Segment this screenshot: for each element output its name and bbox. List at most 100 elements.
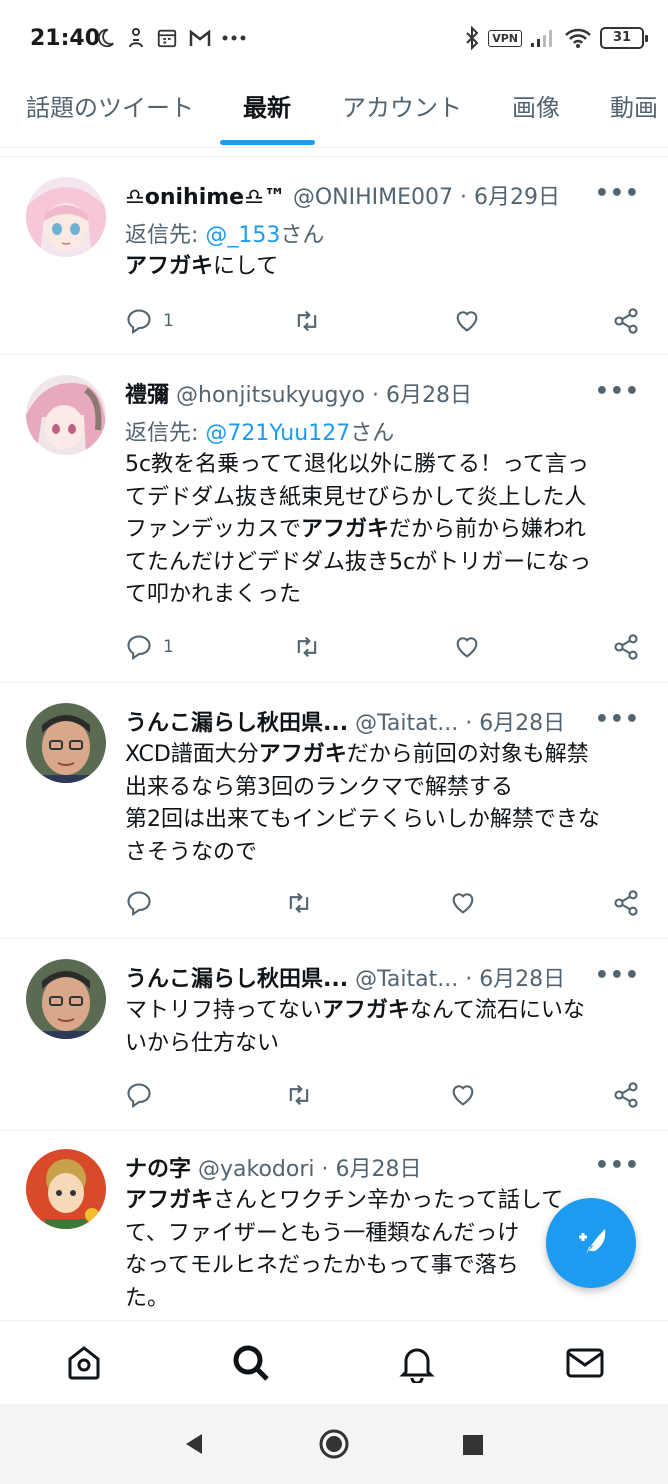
tweet[interactable]: うんこ漏らし秋田県... @Taitat... · 6月28日 ••• XCD譜… (0, 682, 668, 938)
gmail-icon (189, 29, 211, 46)
separator-dot: · (465, 711, 473, 736)
reply-icon (127, 891, 151, 917)
back-icon[interactable] (182, 1432, 206, 1456)
share-button[interactable] (612, 889, 640, 917)
tab-top[interactable]: 話題のツイート (26, 88, 194, 123)
user-handle[interactable]: @Taitat... (355, 967, 458, 992)
tweet-date[interactable]: 6月29日 (474, 185, 560, 210)
more-options-icon[interactable]: ••• (595, 963, 640, 988)
separator-dot: · (371, 383, 379, 408)
retweet-button[interactable] (293, 633, 321, 661)
tab-people[interactable]: アカウント (342, 88, 462, 123)
active-tab-indicator (220, 140, 315, 145)
like-button[interactable] (449, 1081, 477, 1109)
tab-videos[interactable]: 動画 (610, 88, 658, 123)
tweet-text-line: アフガキにして (125, 254, 279, 279)
tweet-date[interactable]: 6月28日 (386, 383, 472, 408)
avatar[interactable] (26, 1149, 106, 1229)
nav-search[interactable] (231, 1343, 271, 1383)
reply-count: 1 (163, 311, 174, 331)
nav-home[interactable] (64, 1343, 104, 1383)
display-name[interactable]: うんこ漏らし秋田県... (125, 711, 348, 736)
display-name[interactable]: ♎onihime♎™ (125, 185, 286, 210)
reply-button[interactable]: 1 (125, 307, 174, 335)
tweet[interactable]: ♎onihime♎™ @ONIHIME007 · 6月29日 ••• 返信先: … (0, 156, 668, 354)
share-button[interactable] (612, 1081, 640, 1109)
compose-tweet-button[interactable] (546, 1198, 636, 1288)
nav-notifications[interactable] (397, 1343, 437, 1385)
user-handle[interactable]: @Taitat... (355, 711, 458, 736)
battery-level: 31 (612, 30, 632, 45)
tweet-text-line: て叩かれまくった (125, 582, 302, 607)
nav-messages[interactable] (565, 1343, 605, 1383)
reply-prefix: 返信先: (125, 421, 206, 446)
reply-button[interactable] (125, 889, 153, 917)
reply-suffix: さん (350, 421, 395, 446)
status-left-icons (94, 27, 246, 49)
tweet-header: うんこ漏らし秋田県... @Taitat... · 6月28日 (125, 705, 588, 737)
share-button[interactable] (612, 307, 640, 335)
separator-dot: · (321, 1157, 329, 1182)
heart-icon (456, 637, 478, 658)
tweet-actions: 1 (125, 633, 645, 663)
avatar[interactable] (26, 177, 106, 257)
avatar[interactable] (26, 703, 106, 783)
display-name[interactable]: 禮彌 (125, 383, 169, 408)
bluetooth-icon (466, 26, 479, 50)
avatar[interactable] (26, 959, 106, 1039)
tweet-header: ナの字 @yakodori · 6月28日 (125, 1151, 588, 1183)
user-handle[interactable]: @honjitsukyugyo (176, 383, 365, 408)
tweet[interactable]: うんこ漏らし秋田県... @Taitat... · 6月28日 ••• マトリフ… (0, 938, 668, 1130)
app-notification-icon (129, 28, 143, 48)
reply-icon (127, 1083, 151, 1109)
compose-tweet-icon (579, 1229, 606, 1257)
like-button[interactable] (453, 307, 481, 335)
user-handle[interactable]: @ONIHIME007 (293, 185, 453, 210)
reply-mention[interactable]: @721Yuu127 (205, 421, 350, 446)
reply-button[interactable]: 1 (125, 633, 174, 661)
tab-photos[interactable]: 画像 (512, 88, 560, 123)
like-button[interactable] (449, 889, 477, 917)
avatar[interactable] (26, 375, 106, 455)
separator-dot: · (459, 185, 467, 210)
retweet-icon (297, 636, 317, 658)
tweet[interactable]: 禮彌 @honjitsukyugyo · 6月28日 ••• 返信先: @721… (0, 354, 668, 682)
reply-icon (127, 635, 151, 661)
retweet-icon (289, 1084, 309, 1106)
more-options-icon[interactable]: ••• (595, 1153, 640, 1178)
tweet-text-line: 出来るなら第3回のランクマで解禁する (125, 774, 513, 800)
recents-icon[interactable] (462, 1434, 484, 1456)
retweet-button[interactable] (293, 307, 321, 335)
home-icon (68, 1346, 100, 1380)
tweet-date[interactable]: 6月28日 (479, 711, 565, 736)
cellular-signal-icon (531, 30, 552, 47)
status-bar: 21:40 VPN 31 (0, 0, 668, 78)
tweet-text-line: た。 (125, 1285, 170, 1311)
tweet-date[interactable]: 6月28日 (336, 1157, 422, 1182)
reply-button[interactable] (125, 1081, 153, 1109)
calendar-icon (157, 29, 177, 48)
home-circle-icon[interactable] (318, 1428, 350, 1460)
tweet-text-line: ファンデッカスでアフガキだから前から嫌われ (125, 517, 586, 542)
display-name[interactable]: うんこ漏らし秋田県... (125, 967, 348, 992)
tab-latest[interactable]: 最新 (243, 88, 291, 123)
like-button[interactable] (453, 633, 481, 661)
search-icon (233, 1345, 269, 1381)
heart-icon (452, 893, 474, 914)
tweet-text-line: さそうなので (125, 839, 258, 865)
retweet-button[interactable] (285, 889, 313, 917)
tweet-date[interactable]: 6月28日 (479, 967, 565, 992)
more-options-icon[interactable]: ••• (595, 181, 640, 206)
user-handle[interactable]: @yakodori (198, 1157, 315, 1182)
bottom-navigation (0, 1320, 668, 1404)
more-options-icon[interactable]: ••• (595, 379, 640, 404)
heart-icon (452, 1085, 474, 1106)
tweet-text-line: 第2回は出来てもインビテくらいしか解禁できな (125, 807, 600, 832)
more-options-icon[interactable]: ••• (595, 707, 640, 732)
share-button[interactable] (612, 633, 640, 661)
reply-icon (127, 309, 151, 335)
retweet-button[interactable] (285, 1081, 313, 1109)
reply-mention[interactable]: @_153 (205, 223, 280, 248)
display-name[interactable]: ナの字 (125, 1157, 191, 1182)
reply-suffix: さん (280, 223, 325, 248)
